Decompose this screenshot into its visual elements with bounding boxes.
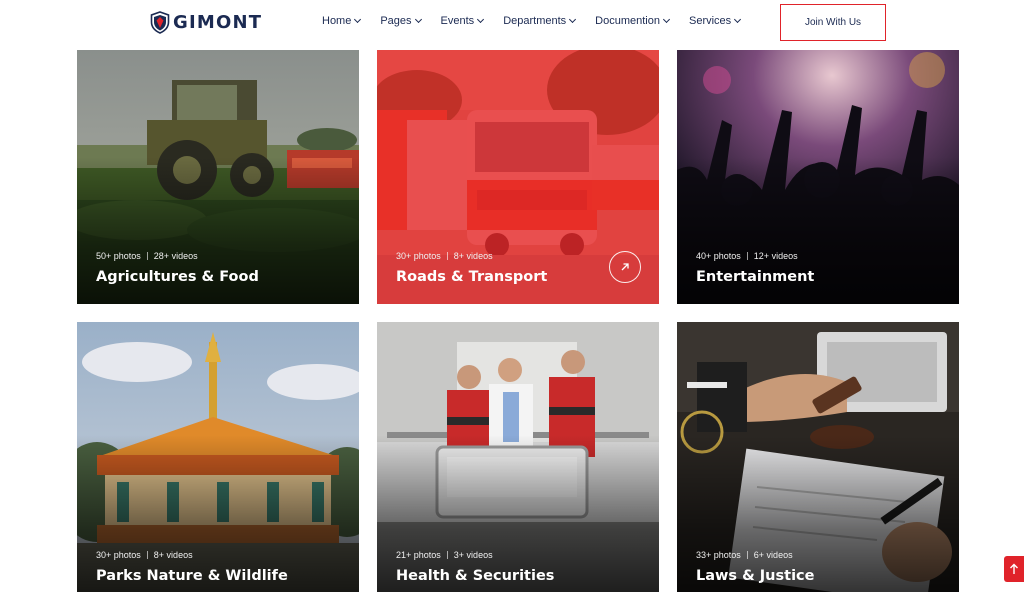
shield-icon bbox=[150, 10, 170, 34]
photo-count: 33+ photos bbox=[696, 550, 741, 560]
photo-count: 50+ photos bbox=[96, 251, 141, 261]
arrow-up-icon bbox=[1010, 563, 1018, 574]
arrow-up-right-icon bbox=[621, 263, 629, 271]
card-title[interactable]: Laws & Justice bbox=[696, 568, 814, 584]
logo[interactable]: GIMONT bbox=[150, 10, 262, 34]
meta-divider bbox=[446, 252, 448, 260]
chevron-down-icon bbox=[477, 15, 485, 24]
video-count: 8+ videos bbox=[453, 251, 493, 261]
video-count: 28+ videos bbox=[153, 251, 198, 261]
nav-item-home[interactable]: Home bbox=[322, 15, 362, 27]
card-title[interactable]: Entertainment bbox=[696, 269, 814, 285]
category-card-agriculture[interactable]: 50+ photos 28+ videos Agricultures & Foo… bbox=[77, 50, 359, 304]
nav-item-label: Services bbox=[689, 15, 732, 27]
nav-item-events[interactable]: Events bbox=[440, 15, 485, 27]
meta-divider bbox=[746, 551, 748, 559]
brand-name: GIMONT bbox=[173, 11, 263, 33]
back-to-top-button[interactable] bbox=[1004, 556, 1024, 582]
card-meta: 21+ photos 3+ videos bbox=[396, 550, 493, 560]
video-count: 6+ videos bbox=[753, 550, 793, 560]
main-nav: Home Pages Events Departments Documentio… bbox=[322, 15, 760, 27]
photo-count: 40+ photos bbox=[696, 251, 741, 261]
meta-divider bbox=[746, 252, 748, 260]
meta-divider bbox=[146, 252, 148, 260]
card-title[interactable]: Parks Nature & Wildlife bbox=[96, 568, 288, 584]
video-count: 12+ videos bbox=[753, 251, 798, 261]
chevron-down-icon bbox=[354, 15, 362, 24]
photo-count: 21+ photos bbox=[396, 550, 441, 560]
card-title[interactable]: Agricultures & Food bbox=[96, 269, 259, 285]
photo-count: 30+ photos bbox=[96, 550, 141, 560]
nav-item-documention[interactable]: Documention bbox=[595, 15, 671, 27]
card-title[interactable]: Health & Securities bbox=[396, 568, 554, 584]
category-card-entertainment[interactable]: 40+ photos 12+ videos Entertainment bbox=[677, 50, 959, 304]
chevron-down-icon bbox=[662, 15, 671, 24]
nav-item-label: Departments bbox=[503, 15, 567, 27]
category-card-roads-transport[interactable]: 30+ photos 8+ videos Roads & Transport bbox=[377, 50, 659, 304]
category-card-health-securities[interactable]: 21+ photos 3+ videos Health & Securities bbox=[377, 322, 659, 592]
nav-item-pages[interactable]: Pages bbox=[380, 15, 422, 27]
nav-item-label: Events bbox=[440, 15, 475, 27]
nav-item-services[interactable]: Services bbox=[689, 15, 742, 27]
site-header: GIMONT Home Pages Events Departments Doc… bbox=[0, 0, 1024, 46]
chevron-down-icon bbox=[734, 15, 742, 24]
video-count: 8+ videos bbox=[153, 550, 193, 560]
join-with-us-button[interactable]: Join With Us bbox=[780, 4, 886, 41]
meta-divider bbox=[146, 551, 148, 559]
card-meta: 33+ photos 6+ videos bbox=[696, 550, 793, 560]
nav-item-label: Home bbox=[322, 15, 352, 27]
video-count: 3+ videos bbox=[453, 550, 493, 560]
card-meta: 40+ photos 12+ videos bbox=[696, 251, 798, 261]
card-meta: 30+ photos 8+ videos bbox=[96, 550, 193, 560]
chevron-down-icon bbox=[414, 15, 422, 24]
category-card-laws-justice[interactable]: 33+ photos 6+ videos Laws & Justice bbox=[677, 322, 959, 592]
category-card-parks-nature[interactable]: 30+ photos 8+ videos Parks Nature & Wild… bbox=[77, 322, 359, 592]
card-meta: 50+ photos 28+ videos bbox=[96, 251, 198, 261]
meta-divider bbox=[446, 551, 448, 559]
nav-item-label: Pages bbox=[380, 15, 412, 27]
card-title[interactable]: Roads & Transport bbox=[396, 269, 547, 285]
photo-count: 30+ photos bbox=[396, 251, 441, 261]
card-meta: 30+ photos 8+ videos bbox=[396, 251, 493, 261]
nav-item-departments[interactable]: Departments bbox=[503, 15, 577, 27]
card-link-button[interactable] bbox=[609, 251, 641, 283]
chevron-down-icon bbox=[569, 15, 577, 24]
nav-item-label: Documention bbox=[595, 15, 660, 27]
